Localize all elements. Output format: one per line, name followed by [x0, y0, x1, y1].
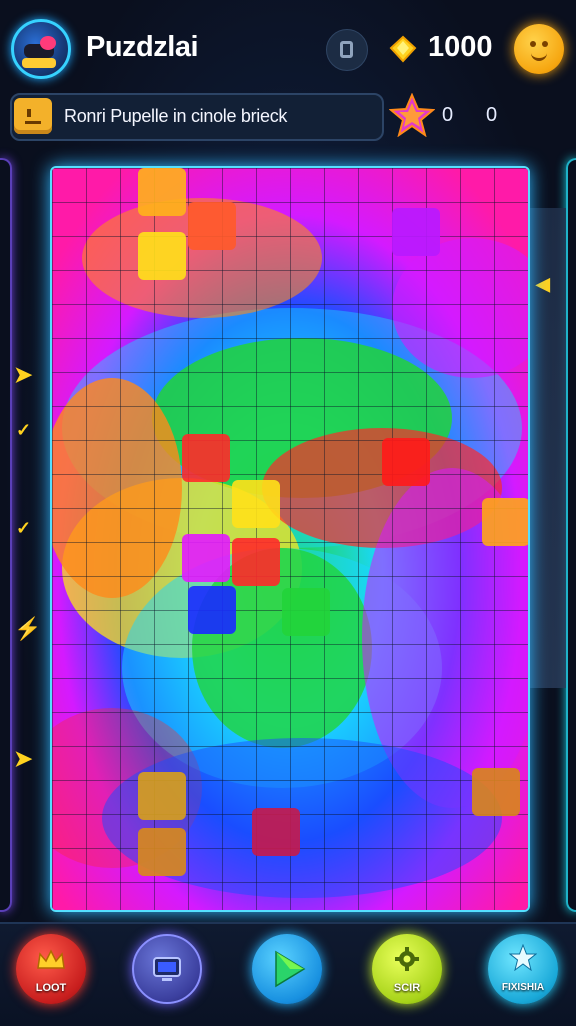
puzzle-piece[interactable] [382, 438, 430, 486]
puzzle-board[interactable] [50, 166, 530, 912]
arrow-right-icon[interactable]: ➤ [14, 362, 32, 388]
pause-button[interactable] [326, 29, 368, 71]
puzzle-piece[interactable] [232, 480, 280, 528]
puzzle-piece[interactable] [182, 534, 230, 582]
puzzle-piece[interactable] [472, 768, 520, 816]
top-bar: Puzdzlai 1000 [0, 0, 576, 96]
profile-emoji-button[interactable] [514, 24, 564, 74]
arrow-right-icon[interactable]: ➤ [14, 746, 32, 772]
tv-button[interactable] [132, 934, 202, 1004]
puzzle-piece[interactable] [232, 538, 280, 586]
coin-count: 1000 [428, 31, 493, 63]
puzzle-piece[interactable] [482, 498, 528, 546]
score-right: 0 [486, 104, 498, 126]
puzzle-piece[interactable] [138, 772, 186, 820]
player-avatar[interactable] [11, 19, 71, 79]
arrow-left-icon[interactable]: ◀ [536, 274, 550, 295]
pause-icon [340, 41, 353, 58]
puzzle-grid [52, 168, 528, 910]
star-icon [389, 93, 435, 137]
play-button[interactable] [252, 934, 322, 1004]
puzzle-piece[interactable] [182, 434, 230, 482]
puzzle-piece[interactable] [138, 168, 186, 216]
score-left: 0 [442, 104, 454, 126]
gear-icon [395, 947, 419, 971]
objective-text: Ronri Pupelle in cinole brieck [64, 106, 288, 126]
score-label: SCIR [393, 982, 421, 994]
left-rail [0, 158, 12, 912]
lightning-icon: ⚡ [14, 616, 42, 641]
puzzle-piece[interactable] [188, 586, 236, 634]
app-title: Puzdzlai [86, 31, 199, 63]
finish-label: FIXISHIA [501, 982, 545, 993]
objective-banner: Ronri Pupelle in cinole brieck [10, 93, 384, 141]
crown-icon [37, 949, 65, 969]
check-icon: ✓ [16, 518, 32, 538]
gem-icon [389, 35, 417, 63]
puzzle-piece[interactable] [138, 828, 186, 876]
tv-icon [153, 957, 181, 981]
folder-icon [14, 98, 52, 134]
star-icon [509, 944, 537, 971]
puzzle-piece[interactable] [282, 588, 330, 636]
puzzle-piece[interactable] [252, 808, 300, 856]
puzzle-piece[interactable] [392, 208, 440, 256]
loot-label: LOOT [35, 982, 67, 994]
right-rail [566, 158, 576, 912]
check-icon: ✓ [16, 420, 32, 440]
puzzle-piece[interactable] [188, 202, 236, 250]
play-icon [275, 950, 306, 988]
puzzle-piece[interactable] [138, 232, 186, 280]
finish-button[interactable] [488, 934, 558, 1004]
